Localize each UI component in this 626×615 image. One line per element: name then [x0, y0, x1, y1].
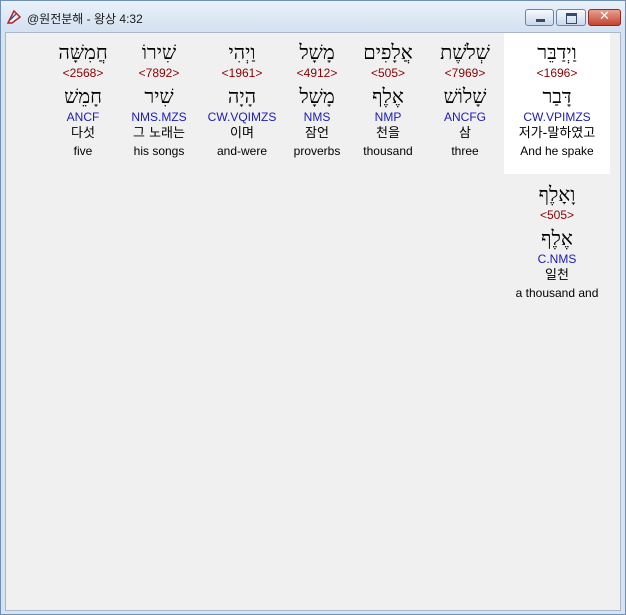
parse-code: NMP: [374, 110, 402, 124]
english-gloss: And he spake: [520, 144, 594, 158]
hebrew-word: שִׁירוֹ: [141, 40, 177, 64]
lemma: אֶלֶף: [541, 226, 573, 250]
strong-number[interactable]: <7969>: [425, 66, 505, 80]
hebrew-word: חֲמִשָּׁה: [58, 40, 108, 64]
parse-code: ANCF: [66, 110, 100, 124]
hebrew-word: וַיְהִי: [228, 40, 256, 64]
lemma: שָׁלוֹשׁ: [443, 84, 487, 108]
korean-gloss: 이며: [230, 126, 254, 141]
word-column[interactable]: וַיְהִי <1961> הָיָה CW.VQIMZS 이며 and-we…: [202, 33, 282, 159]
lemma: הָיָה: [227, 84, 257, 108]
hebrew-word: מָשָׁל: [299, 40, 335, 64]
parse-code: C.NMS: [537, 252, 577, 266]
close-button[interactable]: ✕: [588, 9, 621, 26]
strong-number[interactable]: <2568>: [43, 66, 123, 80]
hebrew-word: וַיְדַבֵּר: [537, 40, 577, 64]
word-column-selected[interactable]: וַיְדַבֵּר <1696> דָּבַר CW.VPIMZS 저가-말하…: [504, 33, 610, 174]
strong-number[interactable]: <1696>: [504, 66, 610, 80]
app-icon: [6, 9, 22, 24]
strong-number[interactable]: <505>: [348, 66, 428, 80]
english-gloss: a thousand and: [515, 286, 599, 300]
word-column[interactable]: שְׁלֹשֶׁת <7969> שָׁלוֹשׁ ANCFG 삼 three: [425, 33, 505, 159]
english-gloss: five: [73, 144, 93, 158]
word-column[interactable]: וָאָלֶף <505> אֶלֶף C.NMS 일천 a thousand …: [504, 175, 610, 301]
parse-code: NMS: [303, 110, 331, 124]
korean-gloss: 저가-말하였고: [518, 126, 596, 141]
maximize-icon: [566, 13, 577, 24]
strong-number[interactable]: <4912>: [277, 66, 357, 80]
maximize-button[interactable]: [556, 9, 586, 26]
english-gloss: thousand: [363, 144, 413, 158]
english-gloss: three: [451, 144, 479, 158]
korean-gloss: 잠언: [305, 126, 329, 141]
english-gloss: proverbs: [293, 144, 341, 158]
korean-gloss: 천을: [376, 126, 400, 141]
word-column[interactable]: מָשָׁל <4912> מָשָׁל NMS 잠언 proverbs: [277, 33, 357, 159]
word-column[interactable]: אֲלָפִים <505> אֶלֶף NMP 천을 thousand: [348, 33, 428, 159]
lemma: מָשָׁל: [299, 84, 335, 108]
korean-gloss: 삼: [459, 126, 471, 141]
english-gloss: his songs: [133, 144, 185, 158]
app-window: @원전분해 - 왕상 4:32 ✕ חֲמִשָּׁה <2568> חָמֵש…: [0, 0, 626, 615]
minimize-icon: [536, 19, 545, 22]
analysis-panel: חֲמִשָּׁה <2568> חָמֵשׁ ANCF 다섯 five שִׁ…: [5, 32, 621, 611]
hebrew-word: אֲלָפִים: [363, 40, 413, 64]
lemma: דָּבַר: [542, 84, 572, 108]
strong-number[interactable]: <7892>: [119, 66, 199, 80]
korean-gloss: 그 노래는: [133, 126, 185, 141]
close-icon: ✕: [599, 9, 610, 24]
korean-gloss: 일천: [545, 268, 569, 283]
hebrew-word: שְׁלֹשֶׁת: [440, 40, 490, 64]
minimize-button[interactable]: [525, 9, 554, 26]
english-gloss: and-were: [216, 144, 268, 158]
title-bar[interactable]: @원전분해 - 왕상 4:32 ✕: [1, 1, 625, 31]
lemma: אֶלֶף: [372, 84, 404, 108]
strong-number[interactable]: <505>: [504, 208, 610, 222]
lemma: חָמֵשׁ: [64, 84, 102, 108]
parse-code: NMS.MZS: [131, 110, 187, 124]
word-column[interactable]: חֲמִשָּׁה <2568> חָמֵשׁ ANCF 다섯 five: [43, 33, 123, 159]
window-title: @원전분해 - 왕상 4:32: [27, 12, 143, 26]
parse-code: CW.VQIMZS: [207, 110, 277, 124]
parse-code: ANCFG: [444, 110, 486, 124]
korean-gloss: 다섯: [71, 126, 95, 141]
word-column[interactable]: שִׁירוֹ <7892> שִׁיר NMS.MZS 그 노래는 his s…: [119, 33, 199, 159]
lemma: שִׁיר: [144, 84, 174, 108]
parse-code: CW.VPIMZS: [523, 110, 591, 124]
strong-number[interactable]: <1961>: [202, 66, 282, 80]
hebrew-word: וָאָלֶף: [538, 182, 576, 206]
